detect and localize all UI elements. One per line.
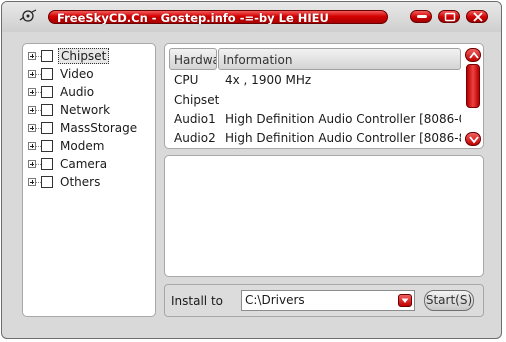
table-cell-information: High Definition Audio Controller [8086-8… [225, 131, 461, 145]
close-icon [473, 12, 483, 22]
chevron-up-icon [469, 51, 479, 59]
camera-checkbox[interactable] [41, 158, 53, 170]
expand-icon[interactable] [28, 106, 36, 114]
expand-icon[interactable] [28, 142, 36, 150]
expand-icon[interactable] [28, 88, 36, 96]
main-window: FreeSkyCD.Cn - Gostep.info -=-by Le HIEU… [1, 1, 502, 339]
scroll-thumb[interactable] [466, 64, 480, 108]
window-title: FreeSkyCD.Cn - Gostep.info -=-by Le HIEU [48, 10, 388, 25]
install-to-label: Install to [171, 294, 223, 308]
scroll-down-button[interactable] [465, 132, 481, 146]
others-checkbox[interactable] [41, 176, 53, 188]
table-cell-hardware: Audio2 [174, 131, 216, 145]
tree-item-label[interactable]: Camera [58, 156, 109, 172]
column-header-hardware[interactable]: Hardwa [169, 48, 217, 70]
tree-item-audio[interactable]: Audio [28, 84, 152, 100]
network-checkbox[interactable] [41, 104, 53, 116]
tree-item-label[interactable]: Modem [58, 138, 106, 154]
minimize-button[interactable] [410, 10, 432, 23]
expand-icon[interactable] [28, 52, 36, 60]
tree-item-others[interactable]: Others [28, 174, 152, 190]
tree-item-label[interactable]: MassStorage [58, 120, 139, 136]
install-bar: Install to C:\Drivers Start(S) [164, 284, 484, 317]
minimize-icon [417, 15, 427, 18]
table-cell-hardware: Audio1 [174, 112, 216, 126]
hardware-category-tree[interactable]: Chipset Video Audio Network MassStorage [22, 43, 156, 317]
table-cell-information [225, 91, 461, 109]
tree-item-label[interactable]: Network [58, 102, 112, 118]
start-button[interactable]: Start(S) [424, 290, 474, 311]
title-bar[interactable]: FreeSkyCD.Cn - Gostep.info -=-by Le HIEU [2, 2, 501, 32]
chevron-down-icon [401, 298, 409, 303]
chevron-down-icon [469, 136, 479, 144]
path-dropdown-button[interactable] [398, 294, 412, 307]
tree-item-chipset[interactable]: Chipset [28, 48, 152, 64]
tree-item-label[interactable]: Video [58, 66, 96, 82]
table-cell-hardware: Chipset [174, 93, 220, 107]
details-panel[interactable] [164, 155, 484, 277]
audio-checkbox[interactable] [41, 86, 53, 98]
massstorage-checkbox[interactable] [41, 122, 53, 134]
expand-icon[interactable] [28, 70, 36, 78]
tree-item-label[interactable]: Audio [58, 84, 96, 100]
maximize-icon [444, 12, 456, 22]
maximize-button[interactable] [438, 10, 460, 23]
vertical-scrollbar[interactable] [465, 48, 481, 146]
tree-item-network[interactable]: Network [28, 102, 152, 118]
close-button[interactable] [466, 10, 488, 23]
tree-item-camera[interactable]: Camera [28, 156, 152, 172]
expand-icon[interactable] [28, 160, 36, 168]
chipset-checkbox[interactable] [41, 50, 53, 62]
hardware-info-table[interactable]: Hardwa Information CPU 4x , 1900 MHz Chi… [164, 43, 484, 149]
tree-item-label[interactable]: Others [58, 174, 102, 190]
install-path-value[interactable]: C:\Drivers [245, 293, 305, 307]
modem-checkbox[interactable] [41, 140, 53, 152]
app-icon [19, 9, 37, 22]
column-header-information[interactable]: Information [218, 48, 461, 70]
scroll-up-button[interactable] [465, 48, 481, 62]
tree-item-modem[interactable]: Modem [28, 138, 152, 154]
table-cell-information: 4x , 1900 MHz [225, 73, 312, 87]
table-cell-information: High Definition Audio Controller [8086-0… [225, 112, 461, 126]
expand-icon[interactable] [28, 124, 36, 132]
tree-item-massstorage[interactable]: MassStorage [28, 120, 152, 136]
tree-item-video[interactable]: Video [28, 66, 152, 82]
tree-item-label[interactable]: Chipset [58, 48, 110, 64]
video-checkbox[interactable] [41, 68, 53, 80]
table-cell-hardware: CPU [174, 73, 199, 87]
install-path-combobox[interactable]: C:\Drivers [241, 290, 415, 311]
expand-icon[interactable] [28, 178, 36, 186]
